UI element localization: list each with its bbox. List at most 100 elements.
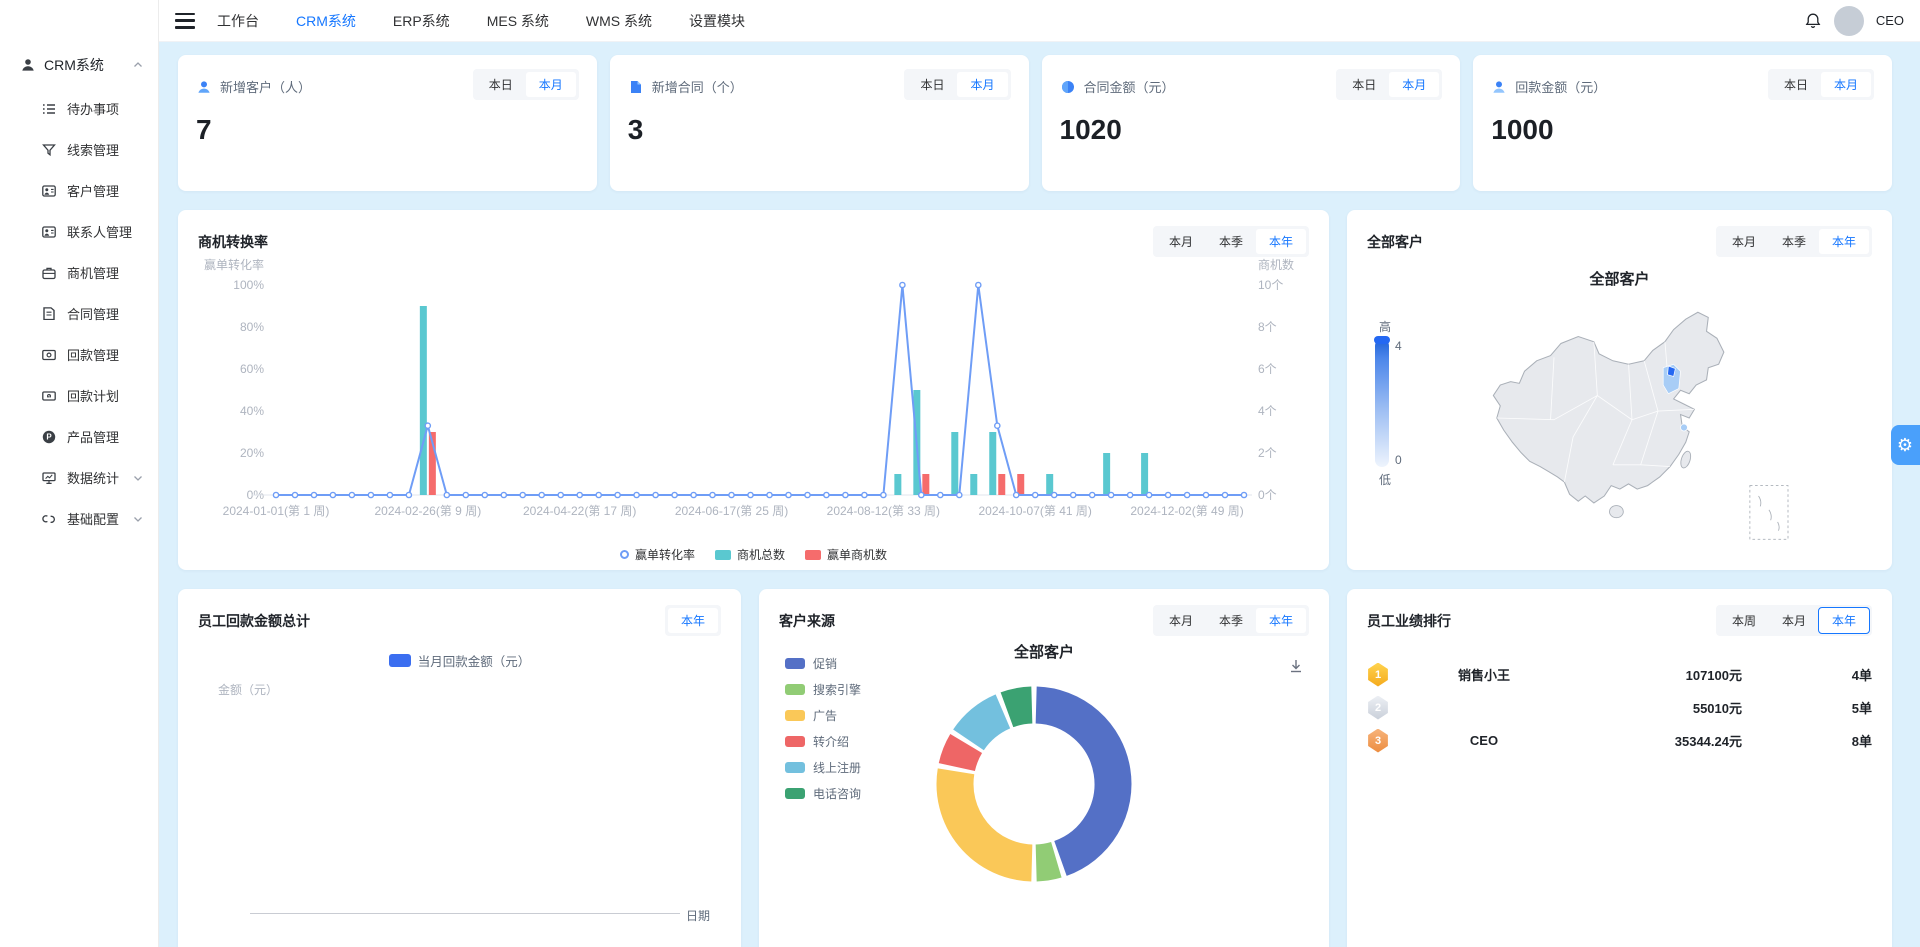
plan-icon: 1 (41, 388, 57, 404)
period-option-本季[interactable]: 本季 (1206, 608, 1256, 633)
chevron-up-icon (132, 59, 144, 71)
payback-blue-icon (1491, 79, 1507, 95)
bar-series-marker (715, 550, 731, 560)
svg-text:0个: 0个 (1258, 488, 1277, 502)
sidebar-item-基础配置[interactable]: 基础配置 (0, 498, 158, 539)
ranking-period-toggle: 本周本月本年 (1716, 605, 1872, 636)
payment-chart-legend[interactable]: 当月回款金额（元） (178, 651, 741, 670)
svg-text:100%: 100% (233, 278, 264, 292)
period-option-本月[interactable]: 本月 (1156, 608, 1206, 633)
legend-item-转介绍[interactable]: 转介绍 (785, 733, 861, 750)
legend-swatch (389, 654, 411, 667)
sidebar-item-联系人管理[interactable]: 联系人管理 (0, 211, 158, 252)
donut-segment-促销[interactable] (1036, 705, 1113, 858)
svg-text:6个: 6个 (1258, 362, 1277, 376)
period-option-本年[interactable]: 本年 (1819, 229, 1869, 254)
legend-item-线上注册[interactable]: 线上注册 (785, 759, 861, 776)
nav-tab-设置模块[interactable]: 设置模块 (689, 11, 745, 31)
coin-blue-icon (1060, 79, 1076, 95)
period-option-本日[interactable]: 本日 (1339, 72, 1389, 97)
user-icon (20, 57, 36, 73)
stat-card-value: 1020 (1060, 114, 1443, 146)
period-option-本季[interactable]: 本季 (1206, 229, 1256, 254)
receipt-icon (41, 347, 57, 363)
visual-map-gradient-bar[interactable] (1375, 339, 1389, 467)
nav-tab-MES 系统[interactable]: MES 系统 (487, 11, 549, 31)
china-map[interactable] (1467, 288, 1797, 548)
period-option-本月[interactable]: 本月 (1769, 608, 1819, 633)
svg-text:40%: 40% (240, 404, 264, 418)
rank-amount: 55010元 (1579, 698, 1742, 717)
top-navbar: 工作台CRM系统ERP系统MES 系统WMS 系统设置模块 CEO (159, 0, 1920, 42)
donut-segment-转介绍[interactable] (957, 744, 966, 768)
contract-icon (41, 306, 57, 322)
stat-card-label: 新增客户（人） (196, 77, 311, 96)
period-option-本月[interactable]: 本月 (957, 72, 1007, 97)
legend-item-赢单商机数[interactable]: 赢单商机数 (805, 546, 887, 563)
period-option-本周[interactable]: 本周 (1719, 608, 1769, 633)
period-option-本年[interactable]: 本年 (1256, 229, 1306, 254)
map-region-low-2 (1681, 424, 1688, 431)
donut-segment-广告[interactable] (955, 771, 1032, 863)
chevron-down-icon (132, 472, 144, 484)
settings-float-button[interactable]: ⚙ (1891, 425, 1920, 465)
svg-text:2024-02-26(第 9 周): 2024-02-26(第 9 周) (374, 504, 481, 518)
period-option-本月[interactable]: 本月 (1821, 72, 1871, 97)
sidebar-root-label: CRM系统 (44, 55, 124, 75)
period-option-本月[interactable]: 本月 (1719, 229, 1769, 254)
payment-total-title: 员工回款金额总计 (198, 611, 310, 631)
period-option-本日[interactable]: 本日 (1771, 72, 1821, 97)
nav-tab-ERP系统[interactable]: ERP系统 (393, 11, 450, 31)
bar-series-marker (805, 550, 821, 560)
stat-cards-row: 新增客户（人）本日本月7新增合同（个）本日本月3合同金额（元）本日本月1020回… (178, 55, 1892, 191)
customer-source-donut[interactable] (909, 659, 1159, 909)
period-option-本年[interactable]: 本年 (668, 608, 718, 633)
legend-item-促销[interactable]: 促销 (785, 655, 861, 672)
performance-ranking-title: 员工业绩排行 (1367, 611, 1451, 631)
stat-card-value: 7 (196, 114, 579, 146)
donut-segment-电话咨询[interactable] (1007, 705, 1032, 710)
legend-item-赢单转化率[interactable]: 赢单转化率 (620, 546, 695, 563)
sidebar-item-产品管理[interactable]: P产品管理 (0, 416, 158, 457)
svg-text:2024-06-17(第 25 周): 2024-06-17(第 25 周) (675, 504, 788, 518)
period-option-本年[interactable]: 本年 (1256, 608, 1306, 633)
download-icon[interactable] (1287, 657, 1305, 680)
stat-card-label: 新增合同（个） (628, 77, 743, 96)
legend-item-电话咨询[interactable]: 电话咨询 (785, 785, 861, 802)
bell-icon[interactable] (1804, 12, 1822, 30)
avatar[interactable] (1834, 6, 1864, 36)
period-option-本月[interactable]: 本月 (526, 72, 576, 97)
rank-orders: 8单 (1742, 731, 1872, 750)
nav-tab-WMS 系统[interactable]: WMS 系统 (586, 11, 652, 31)
map-inset-islands (1750, 486, 1788, 540)
sidebar-item-客户管理[interactable]: 客户管理 (0, 170, 158, 211)
period-option-本月[interactable]: 本月 (1156, 229, 1206, 254)
nav-tab-工作台[interactable]: 工作台 (217, 11, 259, 31)
nav-tab-CRM系统[interactable]: CRM系统 (296, 11, 356, 31)
period-option-本季[interactable]: 本季 (1769, 229, 1819, 254)
period-option-本年[interactable]: 本年 (1819, 608, 1869, 633)
donut-segment-搜索引擎[interactable] (1036, 860, 1056, 863)
sidebar-item-商机管理[interactable]: 商机管理 (0, 252, 158, 293)
donut-segment-线上注册[interactable] (968, 711, 1002, 739)
stat-card-value: 1000 (1491, 114, 1874, 146)
payment-period-toggle: 本年 (665, 605, 721, 636)
legend-item-商机总数[interactable]: 商机总数 (715, 546, 785, 563)
legend-item-搜索引擎[interactable]: 搜索引擎 (785, 681, 861, 698)
menu-icon[interactable] (175, 13, 195, 29)
period-option-本月[interactable]: 本月 (1389, 72, 1439, 97)
sidebar-item-线索管理[interactable]: 线索管理 (0, 129, 158, 170)
stat-card-新增客户（人）: 新增客户（人） 本日本月 7 (178, 55, 597, 191)
sidebar-item-待办事项[interactable]: 待办事项 (0, 88, 158, 129)
sidebar-item-回款计划[interactable]: 1回款计划 (0, 375, 158, 416)
stat-card-合同金额（元）: 合同金额（元）本日本月1020 (1042, 55, 1461, 191)
visual-map-max: 4 (1395, 339, 1402, 353)
leads-icon (41, 142, 57, 158)
sidebar-root-crm[interactable]: CRM系统 (0, 48, 158, 82)
sidebar-item-合同管理[interactable]: 合同管理 (0, 293, 158, 334)
period-option-本日[interactable]: 本日 (907, 72, 957, 97)
period-option-本日[interactable]: 本日 (476, 72, 526, 97)
sidebar-item-数据统计[interactable]: 数据统计 (0, 457, 158, 498)
legend-item-广告[interactable]: 广告 (785, 707, 861, 724)
sidebar-item-回款管理[interactable]: 回款管理 (0, 334, 158, 375)
